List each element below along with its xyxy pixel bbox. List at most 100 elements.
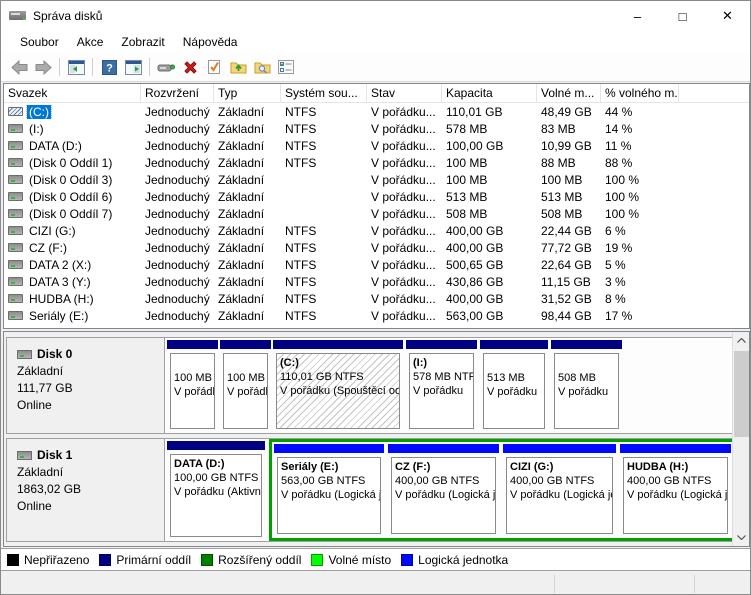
- disk-info-panel[interactable]: Disk 1Základní1863,02 GBOnline: [7, 439, 165, 541]
- menu-soubor[interactable]: Soubor: [11, 33, 68, 51]
- capacity-cell: 100 MB: [442, 173, 537, 187]
- free-space-cell: 22,64 GB: [537, 258, 601, 272]
- logical-partition[interactable]: CIZI (G:)400,00 GB NTFSV pořádku (Logick…: [503, 444, 616, 536]
- volume-name-cell[interactable]: DATA 3 (Y:): [4, 275, 141, 289]
- menu-zobrazit[interactable]: Zobrazit: [112, 33, 173, 51]
- task-check-icon[interactable]: [202, 55, 226, 79]
- column-header[interactable]: Systém sou...: [281, 84, 367, 102]
- volume-name-cell[interactable]: (C:): [4, 105, 141, 119]
- partition[interactable]: 100 MBV pořádku: [167, 340, 218, 431]
- disk-size: 1863,02 GB: [17, 481, 164, 498]
- partition[interactable]: 513 MBV pořádku: [480, 340, 548, 431]
- volume-row[interactable]: (Disk 0 Oddíl 1)JednoduchýZákladníNTFSV …: [4, 154, 749, 171]
- status-cell: V pořádku...: [367, 122, 442, 136]
- volume-name-cell[interactable]: Seriály (E:): [4, 309, 141, 323]
- partition[interactable]: DATA (D:)100,00 GB NTFSV pořádku (Aktivn…: [167, 441, 265, 539]
- disk-management-window: Správa disků –□✕ SouborAkceZobrazitNápov…: [0, 0, 751, 595]
- volume-name-cell[interactable]: (Disk 0 Oddíl 6): [4, 190, 141, 204]
- volume-name-cell[interactable]: DATA 2 (X:): [4, 258, 141, 272]
- logical-partition[interactable]: CZ (F:)400,00 GB NTFSV pořádku (Logická …: [388, 444, 499, 536]
- properties-icon[interactable]: [274, 55, 298, 79]
- volume-name-cell[interactable]: (I:): [4, 122, 141, 136]
- volume-row[interactable]: CIZI (G:)JednoduchýZákladníNTFSV pořádku…: [4, 222, 749, 239]
- partition-name: (I:): [413, 356, 470, 370]
- volume-row[interactable]: Seriály (E:)JednoduchýZákladníNTFSV pořá…: [4, 307, 749, 324]
- layout-cell: Jednoduchý: [141, 241, 214, 255]
- column-header[interactable]: % volného m...: [601, 84, 679, 102]
- capacity-cell: 513 MB: [442, 190, 537, 204]
- disk-info-panel[interactable]: Disk 0Základní111,77 GBOnline: [7, 338, 165, 433]
- console-tree-icon[interactable]: [64, 55, 88, 79]
- scrollbar-thumb[interactable]: [734, 351, 749, 437]
- free-percent-cell: 100 %: [601, 173, 679, 187]
- scroll-down-icon[interactable]: [733, 529, 750, 546]
- volume-name-cell[interactable]: (Disk 0 Oddíl 3): [4, 173, 141, 187]
- volume-row[interactable]: CZ (F:)JednoduchýZákladníNTFSV pořádku..…: [4, 239, 749, 256]
- type-cell: Základní: [214, 190, 281, 204]
- free-space-cell: 77,72 GB: [537, 241, 601, 255]
- action-pane-icon[interactable]: [121, 55, 145, 79]
- partition[interactable]: 508 MBV pořádku: [551, 340, 622, 431]
- explore-icon[interactable]: [250, 55, 274, 79]
- volume-icon: [8, 294, 23, 303]
- filesystem-cell: NTFS: [281, 292, 367, 306]
- filesystem-cell: NTFS: [281, 122, 367, 136]
- column-header[interactable]: Volné m...: [537, 84, 601, 102]
- menu-akce[interactable]: Akce: [68, 33, 113, 51]
- graph-scrollbar[interactable]: [732, 332, 749, 546]
- volume-row[interactable]: DATA 2 (X:)JednoduchýZákladníNTFSV pořád…: [4, 256, 749, 273]
- volume-row[interactable]: (C:)JednoduchýZákladníNTFSV pořádku...11…: [4, 103, 749, 120]
- volume-name-cell[interactable]: (Disk 0 Oddíl 7): [4, 207, 141, 221]
- close-button[interactable]: ✕: [705, 1, 750, 31]
- partition-size: 563,00 GB NTFS: [281, 474, 377, 488]
- layout-cell: Jednoduchý: [141, 105, 214, 119]
- volume-icon: [8, 277, 23, 286]
- partition-status: V pořádku: [174, 385, 211, 399]
- volume-row[interactable]: DATA (D:)JednoduchýZákladníNTFSV pořádku…: [4, 137, 749, 154]
- partition-body: CIZI (G:)400,00 GB NTFSV pořádku (Logick…: [506, 457, 613, 534]
- column-header[interactable]: Rozvržení: [141, 84, 214, 102]
- partition[interactable]: (I:)578 MB NTFSV pořádku: [406, 340, 477, 431]
- volume-name-cell[interactable]: CIZI (G:): [4, 224, 141, 238]
- logical-partition[interactable]: HUDBA (H:)400,00 GB NTFSV pořádku (Logic…: [620, 444, 731, 536]
- status-cell: V pořádku...: [367, 224, 442, 238]
- volume-row[interactable]: HUDBA (H:)JednoduchýZákladníNTFSV pořádk…: [4, 290, 749, 307]
- folder-up-icon[interactable]: [226, 55, 250, 79]
- partition[interactable]: (C:)110,01 GB NTFSV pořádku (Spouštěcí o…: [273, 340, 403, 431]
- volume-row[interactable]: DATA 3 (Y:)JednoduchýZákladníNTFSV pořád…: [4, 273, 749, 290]
- volume-name-cell[interactable]: CZ (F:): [4, 241, 141, 255]
- volume-name-cell[interactable]: HUDBA (H:): [4, 292, 141, 306]
- free-percent-cell: 3 %: [601, 275, 679, 289]
- partition-color-bar: [220, 340, 271, 349]
- forward-icon[interactable]: [31, 55, 55, 79]
- back-icon[interactable]: [7, 55, 31, 79]
- extended-partition[interactable]: Seriály (E:)563,00 GB NTFSV pořádku (Log…: [269, 439, 736, 541]
- help-icon[interactable]: ?: [97, 55, 121, 79]
- volume-row[interactable]: (Disk 0 Oddíl 7)JednoduchýZákladníV pořá…: [4, 205, 749, 222]
- volume-name-cell[interactable]: (Disk 0 Oddíl 1): [4, 156, 141, 170]
- delete-icon[interactable]: [178, 55, 202, 79]
- type-cell: Základní: [214, 122, 281, 136]
- filesystem-cell: NTFS: [281, 258, 367, 272]
- volume-row[interactable]: (I:)JednoduchýZákladníNTFSV pořádku...57…: [4, 120, 749, 137]
- free-space-cell: 100 MB: [537, 173, 601, 187]
- status-cell: V pořádku...: [367, 139, 442, 153]
- volume-icon: [8, 107, 23, 116]
- volume-name-cell[interactable]: DATA (D:): [4, 139, 141, 153]
- column-header[interactable]: Stav: [367, 84, 442, 102]
- partition[interactable]: 100 MBV pořádku: [220, 340, 271, 431]
- logical-partition[interactable]: Seriály (E:)563,00 GB NTFSV pořádku (Log…: [274, 444, 384, 536]
- column-header[interactable]: Kapacita: [442, 84, 537, 102]
- volume-row[interactable]: (Disk 0 Oddíl 6)JednoduchýZákladníV pořá…: [4, 188, 749, 205]
- column-header[interactable]: Svazek: [4, 84, 141, 102]
- scroll-up-icon[interactable]: [733, 332, 750, 349]
- minimize-button[interactable]: –: [615, 1, 660, 31]
- legend-label: Rozšířený oddíl: [218, 553, 301, 567]
- volume-icon: [8, 260, 23, 269]
- disk-type: Základní: [17, 464, 164, 481]
- maximize-button[interactable]: □: [660, 1, 705, 31]
- drive-tool-icon[interactable]: [154, 55, 178, 79]
- menu-npovda[interactable]: Nápověda: [174, 33, 247, 51]
- column-header[interactable]: Typ: [214, 84, 281, 102]
- volume-row[interactable]: (Disk 0 Oddíl 3)JednoduchýZákladníV pořá…: [4, 171, 749, 188]
